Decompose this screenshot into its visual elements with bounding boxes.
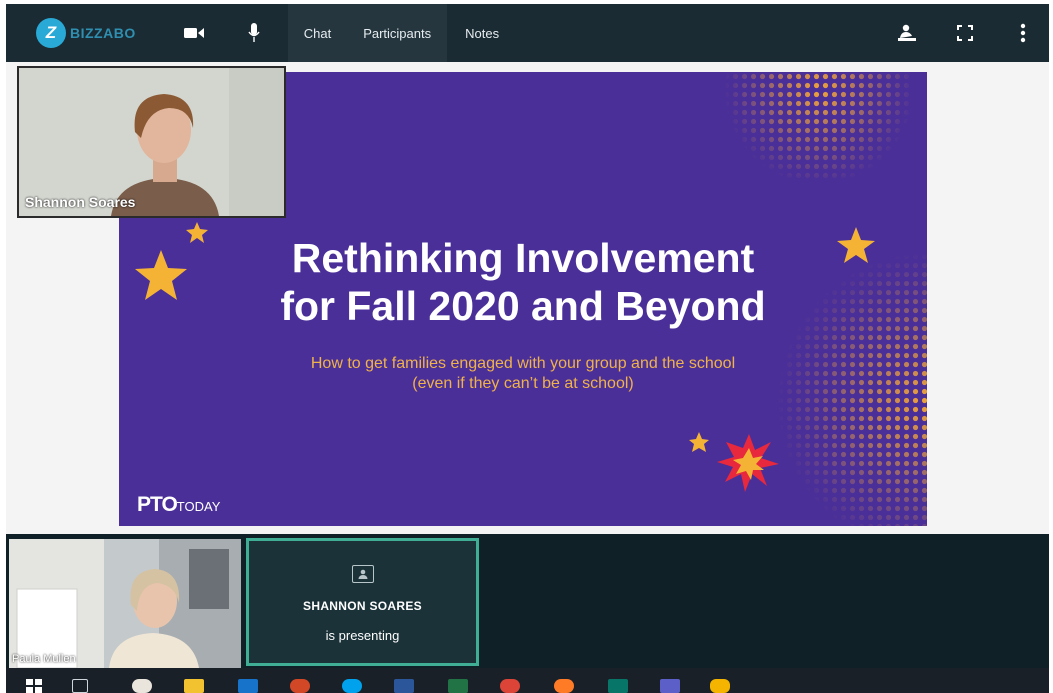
star-small-bottom — [689, 432, 709, 452]
windows-taskbar — [6, 668, 1049, 693]
presenter-video-tile[interactable]: Shannon Soares — [17, 66, 286, 218]
presentation-stage: Rethinking Involvement for Fall 2020 and… — [6, 62, 1049, 534]
tab-participants[interactable]: Participants — [347, 4, 448, 62]
top-toolbar: Z BIZZABO Chat Participants Notes — [6, 4, 1049, 62]
bizzabo-logo: Z BIZZABO — [36, 18, 136, 48]
slide-subtitle-line1: How to get families engaged with your gr… — [310, 355, 736, 372]
participant-video — [9, 539, 241, 668]
presenting-status-text: is presenting — [325, 628, 400, 643]
logo-text: BIZZABO — [70, 25, 136, 41]
participant-strip: Paula Mullen SHANNON SOARES is presentin… — [6, 534, 1049, 668]
skype-icon[interactable] — [342, 679, 362, 693]
chrome-icon[interactable] — [500, 679, 520, 693]
presenter-name-label: Shannon Soares — [25, 194, 136, 210]
publisher-icon[interactable] — [608, 679, 628, 693]
paint-icon[interactable] — [132, 679, 152, 693]
slide-subtitle: How to get families engaged with your gr… — [119, 354, 927, 394]
word-icon[interactable] — [394, 679, 414, 693]
microphone-icon[interactable] — [242, 21, 266, 45]
presenter-icon[interactable] — [895, 21, 919, 45]
slide-title-line2: for Fall 2020 and Beyond — [280, 283, 766, 329]
presenting-user-name: SHANNON SOARES — [303, 599, 422, 613]
firefox-icon[interactable] — [554, 679, 574, 693]
pto-today-logo: PTOTODAY — [137, 493, 220, 517]
toolbar-right — [895, 4, 1049, 62]
meeting-app: Z BIZZABO Chat Participants Notes Rethin… — [0, 0, 1053, 693]
powerpoint-icon[interactable] — [290, 679, 310, 693]
teams-icon[interactable] — [660, 679, 680, 693]
user-avatar-icon — [351, 565, 374, 583]
halftone-top-right — [719, 72, 927, 182]
more-vertical-icon[interactable] — [1011, 21, 1035, 45]
video-camera-icon[interactable] — [182, 21, 206, 45]
file-explorer-icon[interactable] — [184, 679, 204, 693]
pto-logo-main: PTO — [137, 493, 178, 516]
participant-name-label: Paula Mullen — [12, 653, 76, 665]
slide-title-line1: Rethinking Involvement — [291, 235, 755, 281]
pto-logo-small: TODAY — [176, 499, 221, 514]
logo-badge: Z — [36, 18, 66, 48]
slide-subtitle-line2: (even if they can’t be at school) — [412, 375, 634, 392]
fullscreen-icon[interactable] — [953, 21, 977, 45]
slide-title: Rethinking Involvement for Fall 2020 and… — [119, 234, 927, 330]
task-view-icon[interactable] — [72, 679, 88, 693]
panel-tabs: Chat Participants Notes — [287, 4, 519, 62]
tab-notes[interactable]: Notes — [447, 4, 519, 62]
presenting-status-tile: SHANNON SOARES is presenting — [246, 538, 479, 666]
tab-chat[interactable]: Chat — [287, 4, 348, 62]
excel-icon[interactable] — [448, 679, 468, 693]
drive-icon[interactable] — [710, 679, 730, 693]
windows-start-icon[interactable] — [26, 679, 42, 693]
outlook-icon[interactable] — [238, 679, 258, 693]
participant-tile-paula[interactable]: Paula Mullen — [9, 539, 241, 668]
